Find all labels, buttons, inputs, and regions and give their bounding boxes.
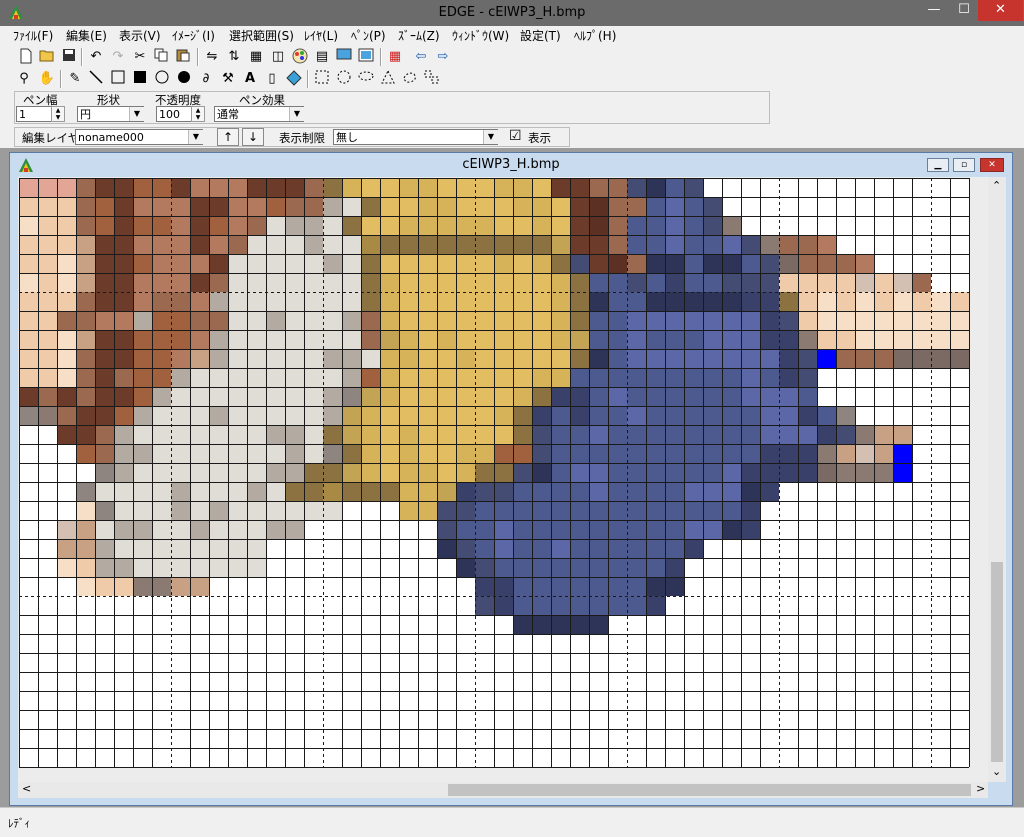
cut-icon[interactable]: ✂: [131, 48, 149, 66]
display-limit-label: 表示制限: [279, 131, 325, 145]
opacity-spinner[interactable]: ▲ ▼: [191, 106, 205, 122]
filled-rect-icon[interactable]: [131, 70, 149, 88]
grid-icon[interactable]: ▦: [247, 48, 265, 66]
menu-pen[interactable]: ﾍﾟﾝ(P): [351, 27, 386, 44]
toolbar-separator: [307, 70, 309, 88]
select-free-icon[interactable]: [401, 70, 419, 88]
pen-icon[interactable]: ✎: [66, 70, 84, 88]
pen-settings-toolbar: ペン幅 1 ▲ ▼ 形状 円 ▼ 不透明度 100 ▲ ▼ ペン効果 通常 ▼: [0, 90, 1024, 126]
close-button[interactable]: ✕: [978, 0, 1023, 21]
tools-toolbar: ⚲ ✋ ✎ ∂ ⚒ A ▯: [0, 68, 1024, 90]
pen-effect-value: 通常: [217, 108, 239, 121]
display-limit-value: 無し: [336, 131, 358, 144]
status-text: ﾚﾃﾞｨ: [8, 817, 30, 830]
opacity-field[interactable]: 100: [156, 106, 192, 122]
line-icon[interactable]: [87, 70, 105, 88]
menu-selection[interactable]: 選択範囲(S): [229, 27, 294, 44]
zoom-icon[interactable]: ⚲: [15, 70, 33, 88]
filled-circle-icon[interactable]: [175, 70, 193, 88]
chevron-down-icon[interactable]: ▼: [289, 107, 304, 121]
menu-zoom[interactable]: ｽﾞｰﾑ(Z): [398, 27, 440, 44]
chevron-down-icon[interactable]: ▼: [483, 130, 498, 144]
save-icon[interactable]: [60, 48, 78, 66]
layer-down-button[interactable]: ↓: [242, 128, 264, 146]
minimize-button[interactable]: —: [920, 0, 948, 21]
bucket-icon[interactable]: ▯: [263, 70, 281, 88]
edit-layer-select[interactable]: noname000: [75, 129, 203, 145]
select-lasso-icon[interactable]: [357, 70, 375, 88]
menu-image[interactable]: ｲﾒｰｼﾞ(I): [172, 27, 215, 44]
toolbar-separator: [60, 70, 62, 88]
next-icon[interactable]: ⇨: [434, 48, 452, 66]
menu-window[interactable]: ｳｨﾝﾄﾞｳ(W): [452, 27, 509, 44]
new-icon[interactable]: [17, 48, 35, 66]
paste-icon[interactable]: [174, 48, 192, 66]
edit-layer-label: 編集レイヤ: [22, 131, 80, 145]
copy-icon[interactable]: [152, 48, 170, 66]
display-limit-select[interactable]: 無し: [333, 129, 498, 145]
palette-icon[interactable]: [291, 48, 309, 66]
scroll-down-arrow[interactable]: ⌄: [992, 765, 1001, 778]
menu-help[interactable]: ﾍﾙﾌﾟ(H): [574, 27, 616, 44]
pen-width-field[interactable]: 1: [16, 106, 52, 122]
select-circle-icon[interactable]: [335, 70, 353, 88]
chevron-down-icon[interactable]: ▼: [188, 130, 203, 144]
menu-edit[interactable]: 編集(E): [66, 27, 107, 44]
flip-v-icon[interactable]: ⇅: [225, 48, 243, 66]
child-minimize-button[interactable]: ▁: [927, 158, 949, 172]
select-rect-icon[interactable]: [313, 70, 331, 88]
scroll-left-arrow[interactable]: <: [22, 782, 31, 795]
layer-up-button[interactable]: ↑: [217, 128, 239, 146]
vertical-scrollbar[interactable]: ⌃ ⌄: [988, 177, 1006, 782]
image-window-title: cElWP3_H.bmp: [462, 157, 560, 172]
select-poly-icon[interactable]: [379, 69, 397, 88]
scroll-right-arrow[interactable]: >: [976, 782, 985, 795]
monitor-icon[interactable]: [357, 48, 375, 66]
screen-icon[interactable]: [335, 48, 353, 66]
show-label: 表示: [528, 131, 551, 145]
redo-icon[interactable]: ↷: [109, 48, 127, 66]
menu-settings[interactable]: 設定(T): [520, 27, 561, 44]
text-icon[interactable]: A: [241, 70, 259, 88]
horizontal-scroll-thumb[interactable]: [448, 784, 971, 796]
menu-bar: ﾌｧｲﾙ(F) 編集(E) 表示(V) ｲﾒｰｼﾞ(I) 選択範囲(S) ﾚｲﾔ…: [0, 26, 1024, 45]
pen-shape-value: 円: [80, 108, 91, 121]
menu-layer[interactable]: ﾚｲﾔ(L): [304, 27, 338, 44]
child-close-button[interactable]: ✕: [980, 158, 1004, 172]
layer-icon[interactable]: ◫: [269, 48, 287, 66]
menu-view[interactable]: 表示(V): [119, 27, 161, 44]
curve-icon[interactable]: ∂: [197, 70, 215, 88]
open-icon[interactable]: [38, 48, 56, 66]
pixel-canvas[interactable]: [19, 178, 974, 770]
menu-file[interactable]: ﾌｧｲﾙ(F): [13, 27, 53, 44]
window-title: EDGE - cElWP3_H.bmp: [438, 5, 586, 20]
circle-icon[interactable]: [153, 70, 171, 88]
toolbar-separator: [197, 48, 199, 66]
tile-grid-icon[interactable]: ▦: [386, 48, 404, 66]
standard-toolbar: ↶ ↷ ✂ ⇋ ⇅ ▦ ◫ ▤ ▦ ⇦ ⇨: [0, 45, 1024, 68]
child-maximize-button[interactable]: ▫: [953, 158, 975, 172]
vertical-scroll-thumb[interactable]: [991, 562, 1003, 762]
fill-icon[interactable]: [285, 70, 303, 88]
toolbar-separator: [380, 48, 382, 66]
chevron-down-icon[interactable]: ▼: [129, 107, 144, 121]
select-color-icon[interactable]: [423, 70, 441, 88]
maximize-button[interactable]: ☐: [950, 0, 978, 21]
rect-icon[interactable]: [109, 70, 127, 88]
prev-icon[interactable]: ⇦: [412, 48, 430, 66]
flip-h-icon[interactable]: ⇋: [203, 48, 221, 66]
status-bar: ﾚﾃﾞｨ: [0, 807, 1024, 837]
film-icon[interactable]: ▤: [313, 48, 331, 66]
scroll-up-arrow[interactable]: ⌃: [992, 179, 1001, 192]
undo-icon[interactable]: ↶: [87, 48, 105, 66]
edit-layer-value: noname000: [78, 131, 144, 144]
horizontal-scrollbar[interactable]: < >: [18, 782, 988, 798]
layer-toolbar: 編集レイヤ noname000 ▼ ↑ ↓ 表示制限 無し ▼ ☑ 表示: [0, 126, 1024, 148]
hammer-icon[interactable]: ⚒: [219, 70, 237, 88]
toolbar-separator: [81, 48, 83, 66]
hand-icon[interactable]: ✋: [38, 70, 56, 88]
pen-width-spinner[interactable]: ▲ ▼: [51, 106, 65, 122]
show-checkbox[interactable]: ☑: [509, 128, 522, 144]
